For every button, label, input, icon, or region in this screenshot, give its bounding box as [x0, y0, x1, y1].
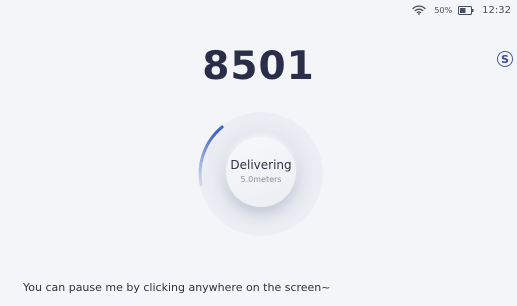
battery-icon — [458, 5, 474, 15]
status-disc: Delivering 5.0meters — [226, 137, 296, 207]
wifi-icon — [412, 5, 427, 15]
delivery-progress-ring: Delivering 5.0meters — [198, 111, 324, 237]
status-bar: 50% 12:32 — [412, 0, 511, 20]
battery-percent: 50% — [434, 5, 453, 15]
clock: 12:32 — [482, 4, 511, 16]
help-icon: S — [501, 52, 509, 66]
distance-label: 5.0meters — [240, 175, 282, 184]
pause-hint: You can pause me by clicking anywhere on… — [23, 281, 331, 294]
delivery-status-label: Delivering — [230, 158, 292, 172]
delivery-screen[interactable]: 50% 12:32 8501 S Delivering 5.0meters Yo… — [0, 0, 517, 306]
help-button[interactable]: S — [497, 51, 513, 67]
task-number: 8501 — [202, 44, 315, 89]
